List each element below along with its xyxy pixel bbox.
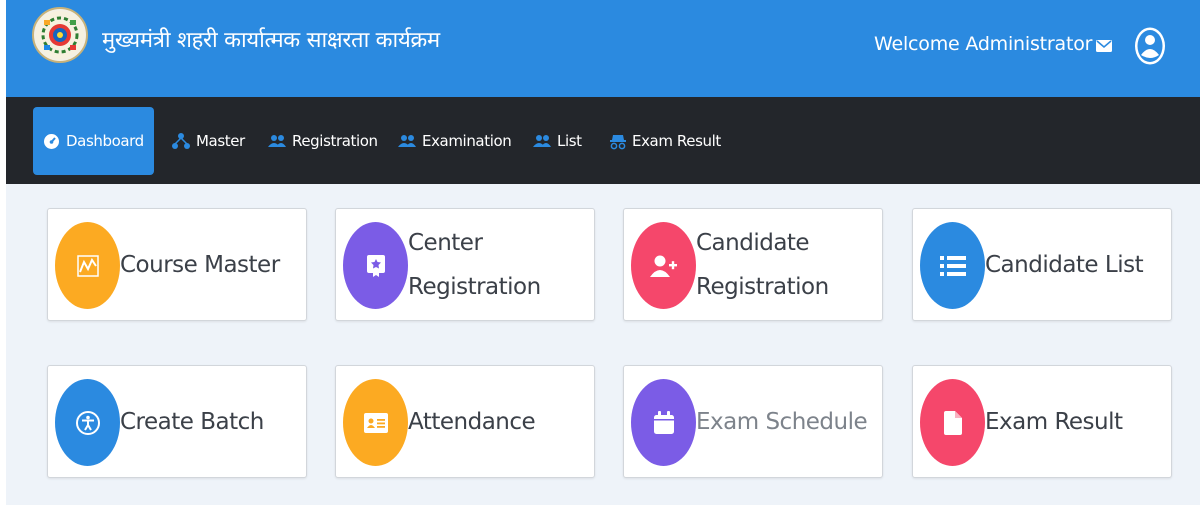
card-label: Center Registration xyxy=(408,229,541,300)
sitemap-icon xyxy=(172,133,190,149)
card-label: Exam Result xyxy=(985,408,1123,435)
nav-item-examination[interactable]: Examination xyxy=(398,107,512,175)
app-root: मुख्यमंत्री शहरी कार्यात्मक साक्षरता कार… xyxy=(6,0,1200,505)
nav-item-label: Dashboard xyxy=(66,132,144,150)
card-create-batch[interactable]: Create Batch xyxy=(47,365,307,478)
card-exam-result[interactable]: Exam Result xyxy=(912,365,1172,478)
users-icon xyxy=(268,135,286,147)
card-center-registration[interactable]: Center Registration xyxy=(335,208,595,321)
nav-item-dashboard[interactable]: Dashboard xyxy=(33,107,154,175)
nav-item-label: Examination xyxy=(422,132,512,150)
main-navbar: Dashboard Master Registration Examinatio… xyxy=(6,97,1200,184)
card-course-master[interactable]: Course Master xyxy=(47,208,307,321)
certificate-icon xyxy=(343,222,408,309)
nav-item-master[interactable]: Master xyxy=(172,107,245,175)
user-avatar-icon[interactable] xyxy=(1133,26,1167,66)
nav-item-label: Master xyxy=(196,132,245,150)
nav-item-label: Exam Result xyxy=(632,132,721,150)
envelope-icon[interactable] xyxy=(1096,38,1112,52)
nav-item-registration[interactable]: Registration xyxy=(268,107,378,175)
calendar-icon xyxy=(631,379,696,466)
card-candidate-registration[interactable]: Candidate Registration xyxy=(623,208,883,321)
card-label: Course Master xyxy=(120,251,280,278)
card-exam-schedule[interactable]: Exam Schedule xyxy=(623,365,883,478)
users-icon xyxy=(398,135,416,147)
nav-item-label: List xyxy=(557,132,582,150)
welcome-text: Welcome Administrator xyxy=(874,33,1093,55)
program-emblem-logo[interactable] xyxy=(32,7,88,63)
id-card-icon xyxy=(343,379,408,466)
nav-item-exam-result[interactable]: Exam Result xyxy=(610,107,721,175)
top-header: मुख्यमंत्री शहरी कार्यात्मक साक्षरता कार… xyxy=(6,0,1200,97)
chart-line-icon xyxy=(55,222,120,309)
incognito-icon xyxy=(610,135,626,150)
card-candidate-list[interactable]: Candidate List xyxy=(912,208,1172,321)
accessibility-icon xyxy=(55,379,120,466)
dashboard-gauge-icon xyxy=(44,133,59,149)
card-attendance[interactable]: Attendance xyxy=(335,365,595,478)
users-icon xyxy=(533,135,551,147)
card-label: Attendance xyxy=(408,408,536,435)
list-icon xyxy=(920,222,985,309)
app-title: मुख्यमंत्री शहरी कार्यात्मक साक्षरता कार… xyxy=(102,28,440,53)
card-label: Candidate List xyxy=(985,251,1144,278)
card-label: Exam Schedule xyxy=(696,408,868,435)
nav-item-label: Registration xyxy=(292,132,378,150)
card-label: Candidate Registration xyxy=(696,229,829,300)
card-label: Create Batch xyxy=(120,408,264,435)
file-icon xyxy=(920,379,985,466)
nav-item-list[interactable]: List xyxy=(533,107,582,175)
user-plus-icon xyxy=(631,222,696,309)
